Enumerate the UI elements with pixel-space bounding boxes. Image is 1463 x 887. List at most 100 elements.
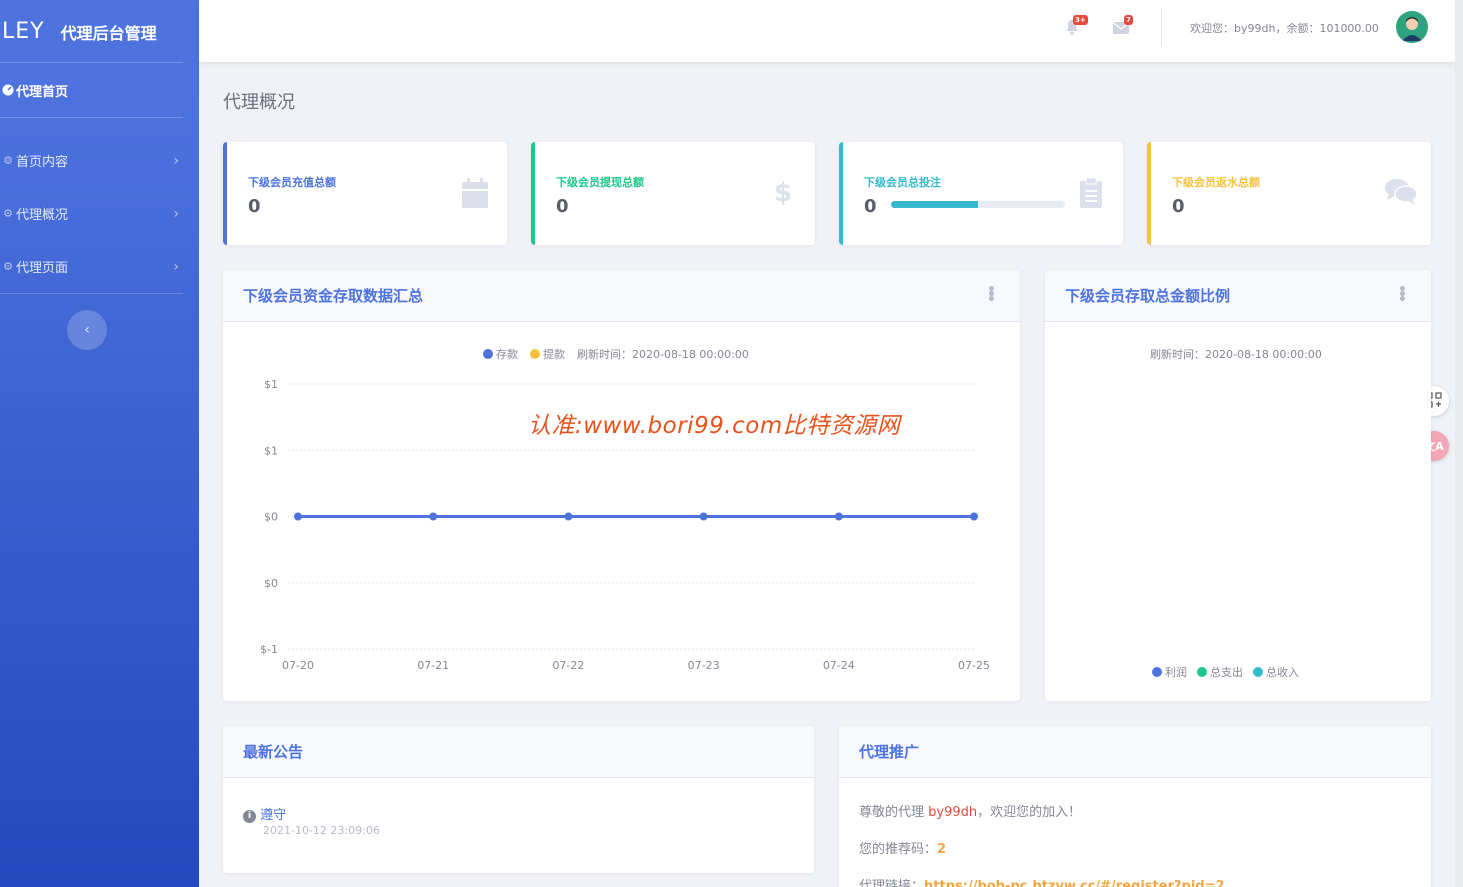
sidebar-item-label: 首页内容 (16, 155, 69, 170)
sidebar-item-label: 代理概况 (16, 208, 69, 223)
x-tick-label: 07-20 (282, 659, 314, 672)
text: 代理链接： (859, 879, 925, 887)
data-point[interactable] (970, 512, 978, 521)
text: 尊敬的代理 (859, 805, 929, 820)
topbar-divider (1161, 8, 1162, 46)
watermark-text: 认准:www.bori99.com比特资源网 (528, 413, 901, 439)
stat-card-bet-total: 下级会员总投注 0 (839, 142, 1123, 245)
messages-button[interactable]: 7 (1113, 15, 1133, 37)
notice-time: 2021-10-12 23:09:06 (263, 824, 380, 837)
y-tick-label: $0 (264, 511, 278, 524)
stat-card-withdraw-total: 下级会员提现总额 0 $ (531, 142, 815, 245)
data-point[interactable] (564, 512, 573, 521)
topbar: 3+ 7 欢迎您：by99dh，余额：101000.00 (199, 0, 1455, 62)
alerts-button[interactable]: 3+ (1065, 15, 1088, 37)
promotion-card: 代理推广 尊敬的代理 by99dh，欢迎您的加入！ 您的推荐码：2 代理链接：h… (839, 726, 1431, 887)
gear-icon: ⚙ (3, 260, 13, 273)
stat-card-deposit-total: 下级会员充值总额 0 (223, 142, 507, 245)
notice-title: 遵守 (260, 808, 287, 823)
stat-label: 下级会员充值总额 (248, 176, 336, 189)
sidebar-toggle-button[interactable]: ‹ (67, 310, 107, 350)
text: ，欢迎您的加入！ (977, 805, 1082, 820)
stat-value: 0 (864, 196, 877, 217)
chevron-right-icon: › (173, 152, 179, 169)
card-title: 下级会员存取总金额比例 (1065, 287, 1231, 305)
pie-legend: 利润 总支出 总收入 (1152, 664, 1299, 680)
data-point[interactable] (294, 512, 302, 521)
gear-icon: ⚙ (3, 207, 13, 220)
card-header: 代理推广 (839, 726, 1431, 778)
card-title: 下级会员资金存取数据汇总 (243, 287, 424, 305)
sidebar: LEY 代理后台管理 代理首页 ⚙ 首页内容 › ⚙ 代理概况 › ⚙ 代理页面… (0, 0, 199, 887)
dollar-icon: $ (773, 178, 793, 208)
stat-label: 下级会员返水总额 (1172, 176, 1260, 189)
data-point[interactable] (699, 512, 708, 521)
y-tick-label: $-1 (260, 643, 278, 656)
sidebar-item-agent-pages[interactable]: ⚙ 代理页面 › (0, 240, 199, 293)
page-title: 代理概况 (223, 92, 295, 113)
messages-badge: 7 (1124, 15, 1133, 25)
scrollbar[interactable] (1455, 0, 1463, 887)
data-point[interactable] (834, 512, 843, 521)
brand[interactable]: LEY 代理后台管理 (0, 0, 199, 62)
legend-label: 利润 (1165, 666, 1187, 679)
stat-value: 0 (556, 196, 569, 217)
fund-summary-card: 下级会员资金存取数据汇总 • • • 存款 提款 刷新时间：2020-08-18 0… (223, 270, 1020, 701)
stat-label: 下级会员提现总额 (556, 176, 644, 189)
x-tick-label: 07-23 (688, 659, 720, 672)
y-tick-label: $1 (264, 444, 278, 457)
brand-title: 代理后台管理 (60, 24, 157, 43)
sidebar-divider (0, 293, 183, 294)
stat-card-rebate-total: 下级会员返水总额 0 (1147, 142, 1431, 245)
agent-link[interactable]: https://bob-pc.btzyw.cc/#/register?pid=2 (924, 879, 1225, 887)
text: 您的推荐码： (859, 842, 938, 857)
chevron-right-icon: › (173, 258, 179, 275)
agent-link-line: 代理链接：https://bob-pc.btzyw.cc/#/register?… (859, 875, 1225, 887)
legend-label: 总收入 (1266, 666, 1299, 679)
sidebar-item-label: 代理首页 (16, 84, 69, 100)
refresh-time: 刷新时间：2020-08-18 00:00:00 (1150, 348, 1322, 361)
legend-dot (1253, 667, 1263, 677)
card-header: 最新公告 (223, 726, 814, 778)
referral-code-line: 您的推荐码：2 (859, 838, 946, 857)
welcome-text: 欢迎您：by99dh，余额：101000.00 (1190, 22, 1379, 35)
avatar[interactable] (1396, 11, 1428, 43)
sidebar-nav-group: ⚙ 首页内容 › ⚙ 代理概况 › ⚙ 代理页面 › (0, 118, 199, 293)
card-header: 下级会员存取总金额比例 • • • (1045, 270, 1431, 322)
clipboard-icon (1077, 177, 1105, 208)
notice-card: 最新公告 i 遵守 2021-10-12 23:09:06 (223, 726, 814, 873)
brand-logo: LEY (2, 18, 45, 44)
agent-username: by99dh (928, 805, 978, 820)
legend-item-expense[interactable]: 总支出 (1197, 664, 1243, 680)
welcome-line: 尊敬的代理 by99dh，欢迎您的加入！ (859, 801, 1081, 820)
legend-dot (1197, 667, 1207, 677)
legend-item-income[interactable]: 总收入 (1253, 664, 1299, 680)
alerts-badge: 3+ (1073, 15, 1088, 25)
line-chart: $1 $1 $0 $0 $-1 07-20 07-21 07-22 07-23 07-24 07-2… (260, 378, 990, 672)
more-vertical-icon[interactable]: • • • (987, 283, 996, 307)
stat-value: 0 (248, 196, 261, 217)
card-title: 最新公告 (243, 743, 304, 761)
sidebar-item-label: 代理页面 (16, 261, 69, 276)
notice-item[interactable]: i 遵守 (243, 804, 286, 823)
chevron-left-icon: ‹ (84, 322, 90, 338)
calendar-icon (461, 178, 489, 208)
legend-dot (1152, 667, 1162, 677)
referral-code: 2 (937, 842, 947, 857)
legend-item-profit[interactable]: 利润 (1152, 664, 1187, 680)
sidebar-item-home[interactable]: 代理首页 (0, 63, 199, 117)
x-tick-label: 07-21 (417, 659, 449, 672)
stat-label: 下级会员总投注 (864, 176, 941, 189)
chevron-right-icon: › (173, 205, 179, 222)
y-tick-label: $0 (264, 577, 278, 590)
sidebar-item-home-content[interactable]: ⚙ 首页内容 › (0, 134, 199, 187)
x-tick-label: 07-22 (552, 659, 584, 672)
progress-fill (891, 201, 978, 208)
dashboard-icon (0, 82, 16, 98)
sidebar-item-agent-overview[interactable]: ⚙ 代理概况 › (0, 187, 199, 240)
x-tick-label: 07-25 (958, 659, 990, 672)
more-vertical-icon[interactable]: • • • (1398, 283, 1407, 307)
comments-icon (1385, 178, 1418, 208)
data-point[interactable] (429, 512, 438, 521)
info-circle-icon: i (243, 810, 256, 823)
